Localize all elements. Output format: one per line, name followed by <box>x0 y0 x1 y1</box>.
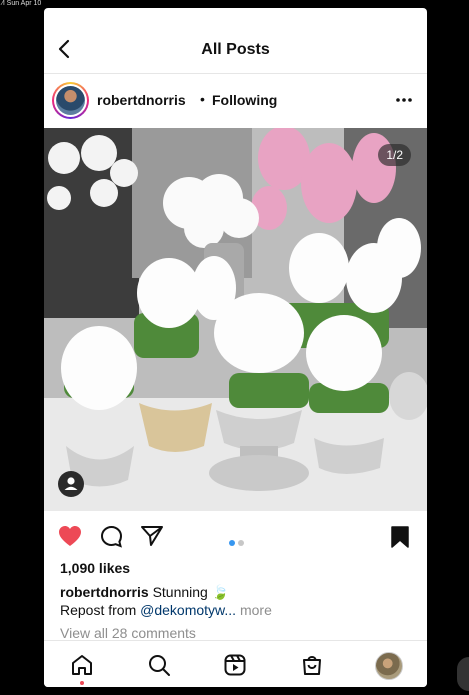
bookmark-icon[interactable] <box>390 525 410 549</box>
home-active-dot <box>80 681 84 685</box>
avatar[interactable] <box>52 82 89 119</box>
comment-icon[interactable] <box>100 525 123 548</box>
app-header: All Posts <box>44 8 427 74</box>
home-icon[interactable] <box>70 653 94 677</box>
repost-mention[interactable]: @dekomotyw... <box>140 602 236 618</box>
image-counter: 1/2 <box>378 144 411 166</box>
carousel-dot-active <box>228 540 235 546</box>
search-icon[interactable] <box>147 653 171 677</box>
post-header: robertdnorris • Following <box>44 74 427 128</box>
heart-icon[interactable] <box>58 525 82 547</box>
separator-dot: • <box>200 91 205 107</box>
caption-text: Stunning 🍃 <box>152 584 230 600</box>
flower-arrangement-illustration <box>44 128 427 511</box>
share-icon[interactable] <box>140 525 164 547</box>
side-handle[interactable] <box>457 657 469 691</box>
avatar-photo <box>56 86 85 115</box>
repost-line: Repost from @dekomotyw... more <box>60 602 272 618</box>
post-viewer: All Posts robertdnorris • Following 1/2 … <box>44 8 427 687</box>
page-title: All Posts <box>201 41 270 58</box>
user-tag-icon[interactable] <box>58 471 84 497</box>
caption-more-link[interactable]: more <box>240 602 272 618</box>
repost-prefix: Repost from <box>60 602 141 618</box>
shop-icon[interactable] <box>300 653 324 677</box>
status-bar: ⁄l Sun Apr 10 <box>2 0 42 7</box>
post-image[interactable]: 1/2 <box>44 128 427 511</box>
profile-avatar[interactable] <box>375 652 403 680</box>
view-comments-link[interactable]: View all 28 comments <box>60 625 196 641</box>
three-dots-icon[interactable] <box>395 94 413 106</box>
caption-username[interactable]: robertdnorris <box>60 584 149 600</box>
bottom-nav <box>44 640 427 687</box>
likes-count[interactable]: 1,090 likes <box>60 560 130 576</box>
post-username[interactable]: robertdnorris <box>97 92 186 108</box>
reels-icon[interactable] <box>223 653 247 677</box>
following-button[interactable]: Following <box>212 92 277 108</box>
post-caption: robertdnorris Stunning 🍃 <box>60 584 229 601</box>
carousel-indicator <box>227 533 245 551</box>
carousel-dot <box>237 540 244 546</box>
post-actions <box>44 511 427 561</box>
